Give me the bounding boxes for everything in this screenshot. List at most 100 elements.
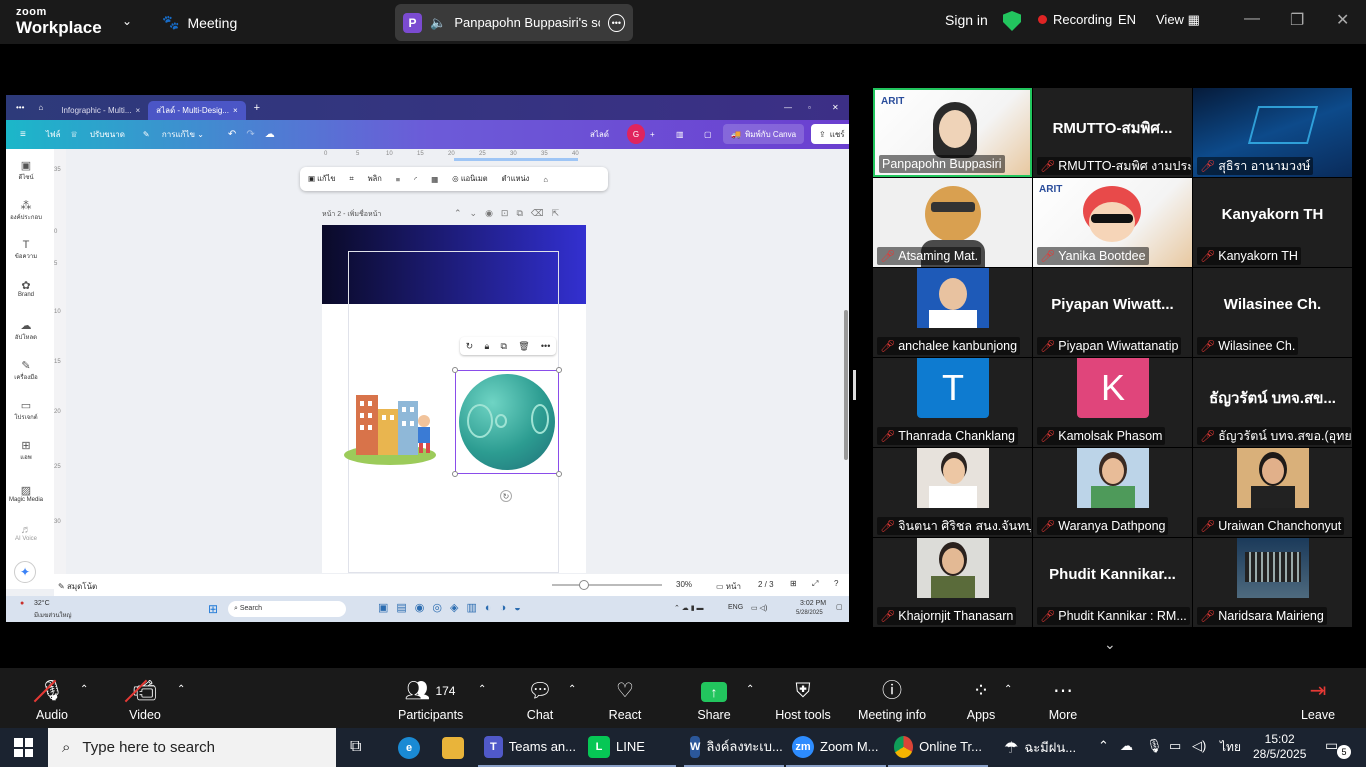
panel-splitter[interactable] <box>853 370 856 400</box>
share-button[interactable]: ↑ Share <box>696 678 732 722</box>
canvas-scrollbar[interactable] <box>844 310 848 460</box>
taskbar-search[interactable]: ⌕ Type here to search <box>48 728 336 767</box>
windows-start-icon[interactable] <box>14 738 33 757</box>
chat-button[interactable]: 💬︎ Chat <box>526 678 554 722</box>
video-tile[interactable]: 🎤︎ Waranya Dathpong <box>1033 448 1192 537</box>
slide-page[interactable]: ↻ 🔒︎ ⧉ 🗑︎ ••• ↻ <box>322 225 586 573</box>
menu-resize[interactable]: ♕ ปรับขนาด <box>70 128 124 141</box>
tab-close-icon[interactable]: × <box>136 106 141 115</box>
recording-indicator[interactable]: Recording <box>1038 12 1112 27</box>
rail-uploads[interactable]: ☁ อัปโหลด <box>6 319 46 342</box>
file-explorer-app[interactable] <box>436 728 470 767</box>
magic-assistant-icon[interactable]: ✦ <box>14 561 36 583</box>
design-title[interactable]: สไลด์ <box>590 128 609 141</box>
shared-lang[interactable]: ENG <box>728 604 743 611</box>
resize-handle[interactable] <box>452 367 458 373</box>
add-collaborator-icon[interactable]: + <box>646 124 659 144</box>
grid-view-icon[interactable]: ⊞ <box>790 579 797 588</box>
input-language[interactable]: ไทย <box>1220 738 1241 757</box>
meeting-menu[interactable]: 🐾 Meeting <box>162 14 237 31</box>
rotate-handle-icon[interactable]: ↻ <box>500 490 512 502</box>
video-tile[interactable]: ARIT Panpapohn Buppasiri <box>873 88 1032 177</box>
menu-edit[interactable]: ✎ การแก้ไข ⌄ <box>143 128 204 141</box>
minimize-icon[interactable]: — <box>1244 10 1260 28</box>
sign-in-button[interactable]: Sign in <box>945 12 988 28</box>
redo-icon[interactable]: ↷ <box>246 129 254 140</box>
rail-elements[interactable]: ⁂ องค์ประกอบ <box>6 199 46 222</box>
lock-icon[interactable]: 🔒︎ <box>484 341 489 352</box>
video-tile[interactable]: RMUTTO-สมพิศ... 🎤︎ RMUTTO-สมพิศ งามประ... <box>1033 88 1192 177</box>
undo-icon[interactable]: ↶ <box>228 129 236 140</box>
fullscreen-icon[interactable]: ⤢ <box>812 579 818 589</box>
close-icon[interactable]: ✕ <box>1336 10 1349 30</box>
rail-tools[interactable]: ✎ เครื่องมือ <box>6 359 46 382</box>
rail-magic-media[interactable]: ▨ Magic Media <box>6 484 46 503</box>
duplicate-icon[interactable]: ⧉ <box>501 341 507 352</box>
selected-globe-image[interactable] <box>452 367 562 477</box>
rail-ai-voice[interactable]: ♬ AI Voice <box>6 524 46 542</box>
share-options-icon[interactable]: ⌃ <box>746 684 754 695</box>
zoom-level[interactable]: 30% <box>676 580 692 589</box>
browser-tab[interactable]: Infographic - Multi... × <box>53 101 148 120</box>
taskbar-app-line[interactable]: L LINE <box>582 728 676 767</box>
tray-icons[interactable]: ⌃ ☁ ▮ ▬ <box>674 604 704 612</box>
host-tools-button[interactable]: ⛨ Host tools <box>774 678 832 722</box>
video-tile[interactable]: K 🎤︎ Kamolsak Phasom <box>1033 358 1192 447</box>
video-options-icon[interactable]: ⌃ <box>177 684 185 695</box>
network-icon[interactable]: ▭ <box>1169 738 1181 754</box>
leave-button[interactable]: ⇥ Leave <box>1300 678 1336 722</box>
video-tile[interactable]: 🎤︎ Naridsara Mairieng <box>1193 538 1352 627</box>
resize-handle[interactable] <box>556 367 562 373</box>
video-button[interactable]: 📹︎ Video <box>125 678 165 722</box>
gallery-next-page-icon[interactable]: ⌄ <box>1104 636 1116 653</box>
participants-button[interactable]: 👥︎ 174 Participants <box>398 678 463 722</box>
rail-design[interactable]: ▣ ดีไซน์ <box>6 159 46 182</box>
hamburger-icon[interactable]: ≡ <box>20 129 26 140</box>
video-tile[interactable]: ธัญวรัตน์ บทจ.สข... 🎤︎ ธัญวรัตน์ บทจ.สขอ.… <box>1193 358 1352 447</box>
edge-browser-app[interactable]: e <box>392 728 426 767</box>
page-header[interactable]: หน้า 2 - เพิ่มชื่อหน้า <box>322 209 381 220</box>
zoom-slider-thumb[interactable] <box>579 580 589 590</box>
meeting-info-button[interactable]: ⓘ Meeting info <box>856 678 928 722</box>
onedrive-icon[interactable]: ☁ <box>1120 738 1133 754</box>
page-actions[interactable]: ⌃⌄◉⊡⧉⌫⇱ <box>454 208 567 219</box>
windows-start-icon[interactable]: ⊞ <box>208 602 218 616</box>
cloud-save-icon[interactable]: ☁ <box>265 129 275 140</box>
insights-icon[interactable]: ▥ <box>668 124 692 144</box>
browser-menu-icon[interactable]: ••• <box>16 103 24 112</box>
refresh-icon[interactable]: ↻ <box>466 341 474 352</box>
security-shield-icon[interactable] <box>1003 11 1021 31</box>
animate-button[interactable]: ◎ แอนิเมต <box>452 173 487 185</box>
browser-tab-active[interactable]: สไลด์ - Multi-Desig... × <box>148 101 246 120</box>
language-button[interactable]: EN <box>1118 12 1136 27</box>
video-tile[interactable]: Piyapan Wiwatt... 🎤︎ Piyapan Wiwattanatip <box>1033 268 1192 357</box>
menu-file[interactable]: ไฟล์ <box>46 128 61 141</box>
video-tile[interactable]: 🎤︎ สุธิรา อานามวงษ์ <box>1193 88 1352 177</box>
rail-projects[interactable]: ▭ โปรเจกต์ <box>6 399 46 422</box>
comment-icon[interactable]: ▢ <box>696 124 720 144</box>
position-button[interactable]: ตำแหน่ง <box>502 173 530 185</box>
delete-icon[interactable]: 🗑︎ <box>518 341 529 352</box>
screen-share-pill[interactable]: P 🔈 Panpapohn Buppasiri's scree ••• <box>395 4 633 41</box>
canva-share-button[interactable]: ⇪ แชร์ <box>811 124 849 144</box>
taskbar-clock[interactable]: 15:02 28/5/2025 <box>1253 732 1306 762</box>
video-tile[interactable]: Wilasinee Ch. 🎤︎ Wilasinee Ch. <box>1193 268 1352 357</box>
crop-icon[interactable]: ⌗ <box>349 174 353 184</box>
print-with-canva-button[interactable]: 🚚 พิมพ์กับ Canva <box>723 124 805 144</box>
video-tile[interactable]: 🎤︎ Uraiwan Chanchonyut <box>1193 448 1352 537</box>
mic-tray-icon[interactable]: 🎙︎ <box>1146 738 1163 754</box>
user-avatar[interactable]: G <box>627 124 645 144</box>
video-tile[interactable]: 🎤︎ Atsaming Mat. <box>873 178 1032 267</box>
video-tile[interactable]: T 🎤︎ Thanrada Chanklang <box>873 358 1032 447</box>
taskbar-app-chrome[interactable]: Online Tr... <box>888 728 988 767</box>
participants-options-icon[interactable]: ⌃ <box>478 684 486 695</box>
resize-handle[interactable] <box>556 471 562 477</box>
browser-minimize-icon[interactable]: — <box>784 103 792 112</box>
resize-handle[interactable] <box>452 471 458 477</box>
rail-apps[interactable]: ⊞ แอพ <box>6 439 46 462</box>
city-illustration[interactable] <box>342 375 438 465</box>
apps-options-icon[interactable]: ⌃ <box>1004 684 1012 695</box>
edit-image-button[interactable]: ▣ แก้ไข <box>308 173 335 185</box>
audio-options-icon[interactable]: ⌃ <box>80 684 88 695</box>
chevron-down-icon[interactable]: ⌄ <box>122 14 132 28</box>
